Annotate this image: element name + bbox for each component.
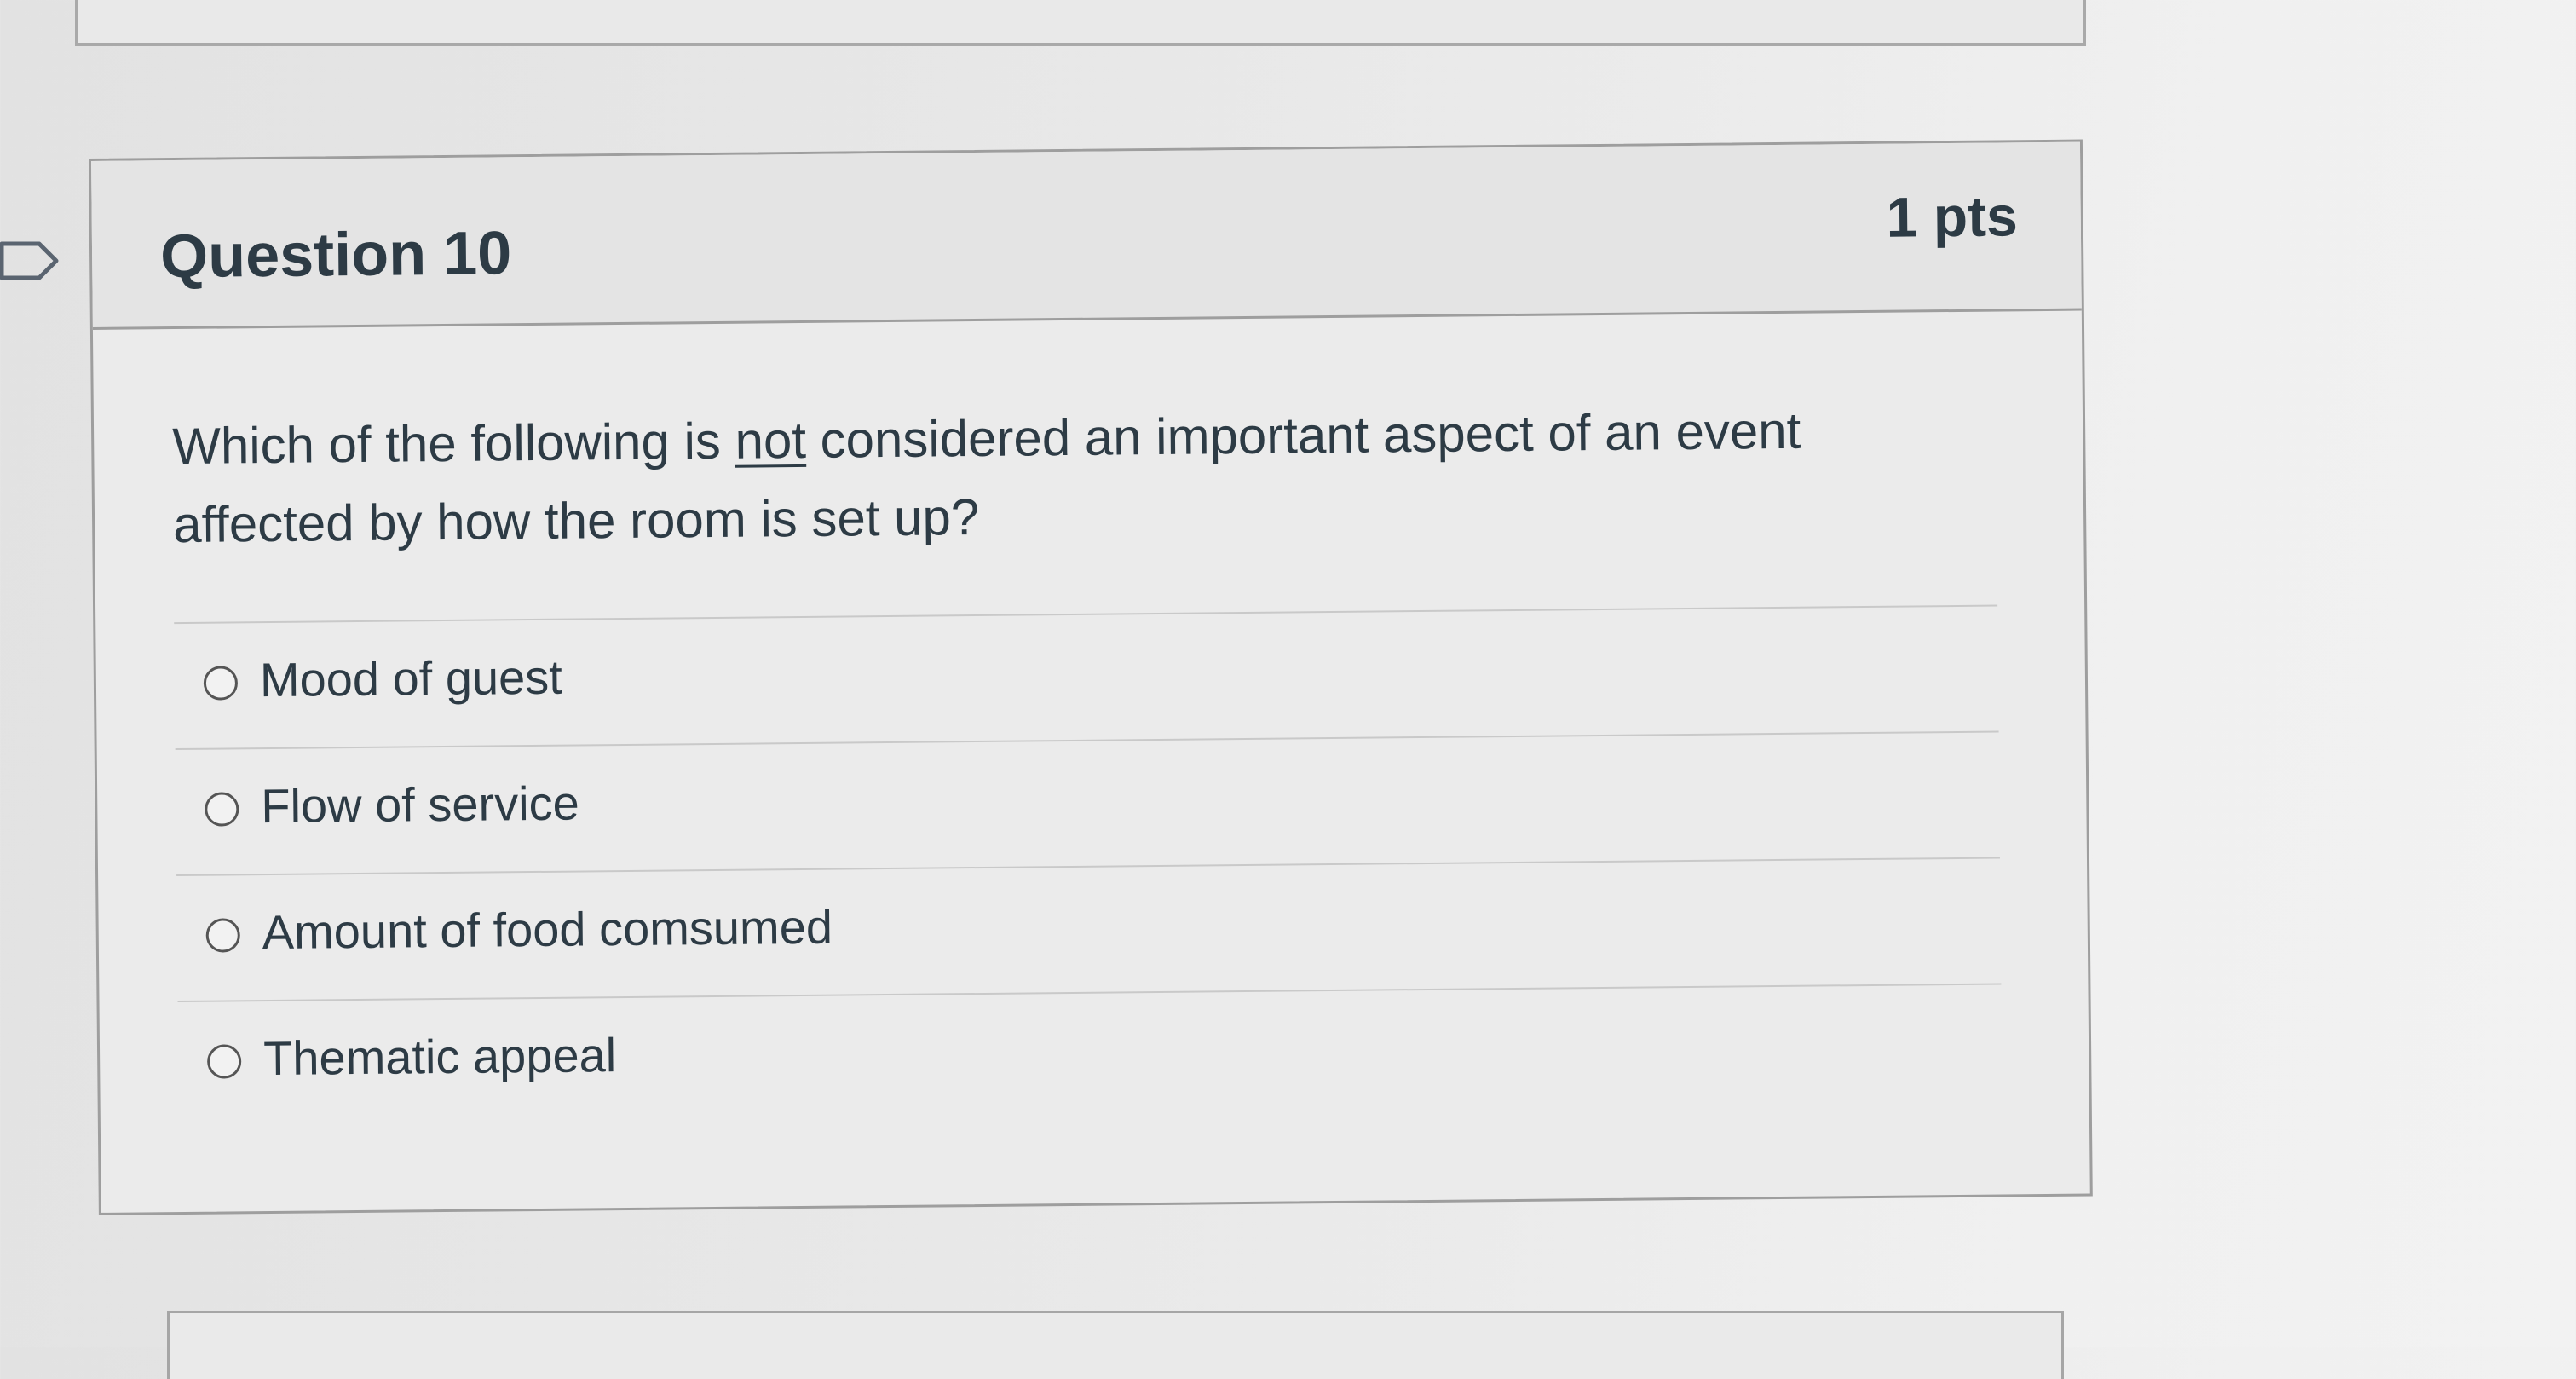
radio-button[interactable]	[205, 792, 239, 827]
flag-question-icon[interactable]	[0, 239, 63, 283]
answer-option-amount-of-food[interactable]: Amount of food comsumed	[176, 857, 2002, 1001]
answer-label[interactable]: Thematic appeal	[263, 1027, 617, 1086]
answer-option-flow-of-service[interactable]: Flow of service	[175, 730, 2000, 875]
question-text-emphasis: not	[735, 411, 807, 470]
radio-button[interactable]	[206, 1044, 242, 1079]
question-text: Which of the following is not considered…	[172, 390, 1997, 565]
question-title: Question 10	[159, 219, 512, 291]
previous-question-card	[75, 0, 2086, 46]
answer-label[interactable]: Mood of guest	[260, 649, 563, 707]
question-points: 1 pts	[1886, 184, 2019, 249]
question-header: Question 10 1 pts	[91, 141, 2082, 330]
radio-button[interactable]	[203, 666, 239, 701]
answer-option-thematic-appeal[interactable]: Thematic appeal	[177, 983, 2003, 1128]
radio-button[interactable]	[205, 918, 240, 953]
answer-option-mood-of-guest[interactable]: Mood of guest	[174, 604, 1999, 749]
answer-list: Mood of guest Flow of service Amount of …	[174, 604, 2003, 1128]
question-text-start: Which of the following is	[171, 412, 735, 476]
answer-label[interactable]: Amount of food comsumed	[262, 899, 833, 960]
next-question-card	[167, 1311, 2064, 1379]
question-card: Question 10 1 pts Which of the following…	[89, 139, 2093, 1215]
answer-label[interactable]: Flow of service	[261, 776, 579, 834]
